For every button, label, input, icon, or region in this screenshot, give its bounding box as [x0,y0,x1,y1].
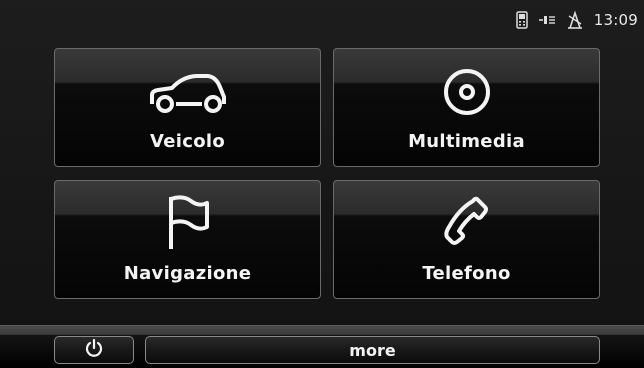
flag-icon [55,193,320,253]
home-screen: 13:09 Veicolo Multimedia Navigazione Tel… [0,0,644,368]
power-icon [84,338,104,362]
more-label: more [349,340,396,360]
phone-icon [334,193,599,253]
car-icon [55,71,320,115]
gps-icon [566,10,584,30]
signal-icon [538,13,556,27]
tile-veicolo[interactable]: Veicolo [54,48,321,167]
phone-status-icon [516,11,528,29]
status-icons: 13:09 [516,9,638,31]
tile-label: Veicolo [150,131,225,152]
clock: 13:09 [593,11,638,29]
status-bar: 13:09 [0,0,644,38]
tile-label: Telefono [422,263,511,284]
tile-navigazione[interactable]: Navigazione [54,180,321,299]
tile-label: Navigazione [123,263,252,284]
tile-label: Multimedia [408,131,525,152]
bottom-bar: more [0,325,644,368]
disc-icon [334,67,599,117]
tile-telefono[interactable]: Telefono [333,180,600,299]
more-button[interactable]: more [145,336,600,364]
tile-multimedia[interactable]: Multimedia [333,48,600,167]
power-button[interactable] [54,336,134,364]
